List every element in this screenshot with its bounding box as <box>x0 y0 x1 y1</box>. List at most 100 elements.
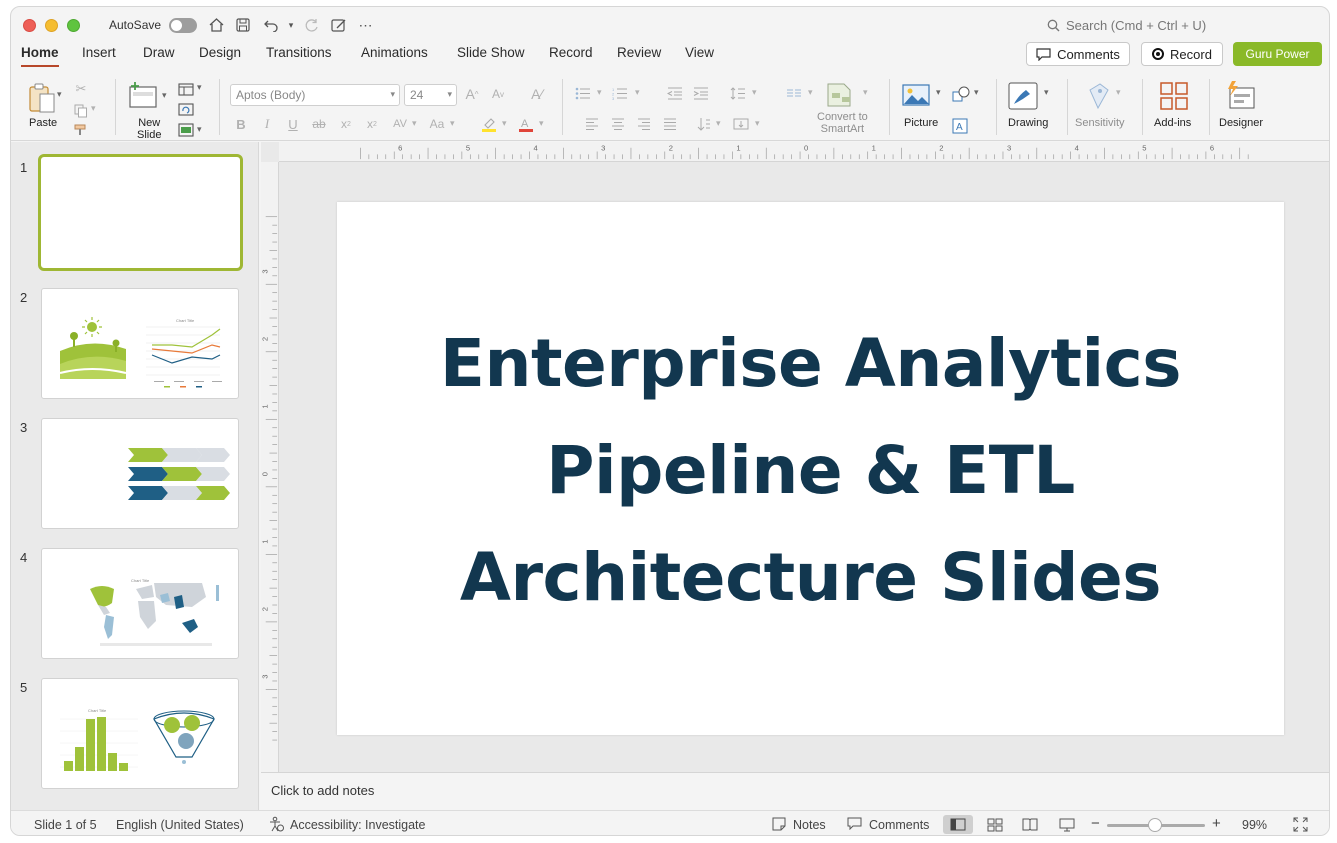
cut-icon[interactable]: ✂ <box>73 81 89 97</box>
text-box-icon[interactable]: A <box>951 117 969 135</box>
tab-home[interactable]: Home <box>21 45 59 67</box>
slide-thumbnail-3[interactable] <box>41 418 239 529</box>
increase-indent-icon[interactable] <box>692 85 710 101</box>
tab-animations[interactable]: Animations <box>361 45 428 60</box>
slide-show-view-button[interactable] <box>1052 815 1082 834</box>
font-size-dropdown[interactable]: 24 ▾ <box>404 84 457 106</box>
change-case-chevron-icon[interactable]: ▾ <box>450 118 455 129</box>
more-options-icon[interactable]: ⋯ <box>357 16 375 34</box>
reading-view-button[interactable] <box>1015 815 1045 834</box>
zoom-in-icon[interactable]: + <box>1212 815 1221 832</box>
minimize-window-button[interactable] <box>45 19 58 32</box>
underline-icon[interactable]: U <box>285 116 301 132</box>
tab-review[interactable]: Review <box>617 45 661 60</box>
home-icon[interactable] <box>207 16 225 34</box>
new-slide-icon[interactable] <box>127 79 159 111</box>
text-direction-chevron-icon[interactable]: ▾ <box>716 118 721 129</box>
notes-toggle[interactable]: Notes <box>793 818 826 832</box>
increase-font-size-icon[interactable]: A ^ <box>463 85 481 103</box>
zoom-slider-handle[interactable] <box>1148 818 1162 832</box>
bullets-icon[interactable] <box>574 85 592 101</box>
copy-dropdown-chevron-icon[interactable]: ▾ <box>91 103 96 114</box>
tab-insert[interactable]: Insert <box>82 45 116 60</box>
record-button[interactable]: Record <box>1141 42 1223 66</box>
format-painter-icon[interactable] <box>73 123 89 137</box>
normal-view-button[interactable] <box>943 815 973 834</box>
picture-icon[interactable] <box>901 81 931 109</box>
layout-icon[interactable] <box>177 81 195 97</box>
bold-icon[interactable]: B <box>233 116 249 132</box>
section-dropdown-chevron-icon[interactable]: ▾ <box>197 124 202 135</box>
character-spacing-icon[interactable]: AV <box>389 116 411 132</box>
change-case-icon[interactable]: Aa <box>427 116 447 132</box>
sensitivity-icon[interactable] <box>1085 81 1111 111</box>
align-text-chevron-icon[interactable]: ▾ <box>755 118 760 129</box>
highlight-icon[interactable] <box>480 115 498 133</box>
picture-chevron-icon[interactable]: ▾ <box>936 87 941 98</box>
present-icon[interactable] <box>330 16 348 34</box>
font-color-chevron-icon[interactable]: ▾ <box>539 118 544 129</box>
justify-icon[interactable] <box>661 116 679 132</box>
notes-pane[interactable]: Click to add notes <box>261 772 1329 810</box>
numbering-icon[interactable]: 123 <box>611 85 629 101</box>
tab-transitions[interactable]: Transitions <box>266 45 332 60</box>
layout-dropdown-chevron-icon[interactable]: ▾ <box>197 82 202 93</box>
zoom-out-icon[interactable]: − <box>1091 815 1100 832</box>
slide-thumbnail-5[interactable]: Chart Title <box>41 678 239 789</box>
new-slide-dropdown-chevron-icon[interactable]: ▾ <box>162 90 167 101</box>
line-spacing-icon[interactable] <box>729 85 747 101</box>
slide-sorter-view-button[interactable] <box>980 815 1010 834</box>
strikethrough-icon[interactable]: ab <box>310 116 328 132</box>
close-window-button[interactable] <box>23 19 36 32</box>
comments-toggle[interactable]: Comments <box>869 818 929 832</box>
smartart-chevron-icon[interactable]: ▾ <box>863 87 868 98</box>
zoom-window-button[interactable] <box>67 19 80 32</box>
align-text-icon[interactable] <box>732 116 750 132</box>
zoom-level[interactable]: 99% <box>1242 818 1267 832</box>
numbering-chevron-icon[interactable]: ▾ <box>635 87 640 98</box>
shapes-chevron-icon[interactable]: ▾ <box>974 87 979 98</box>
line-spacing-chevron-icon[interactable]: ▾ <box>752 87 757 98</box>
columns-icon[interactable] <box>785 85 803 101</box>
reset-slide-icon[interactable] <box>177 101 195 117</box>
drawing-icon[interactable] <box>1007 81 1039 111</box>
save-icon[interactable] <box>234 16 252 34</box>
slide-thumbnail-2[interactable]: Chart Title <box>41 288 239 399</box>
fit-to-window-icon[interactable] <box>1293 817 1308 835</box>
section-icon[interactable] <box>177 122 195 138</box>
copy-icon[interactable] <box>73 103 89 119</box>
tab-design[interactable]: Design <box>199 45 241 60</box>
paste-dropdown-chevron-icon[interactable]: ▾ <box>57 89 62 100</box>
columns-chevron-icon[interactable]: ▾ <box>808 87 813 98</box>
font-color-icon[interactable]: A <box>517 115 535 133</box>
undo-dropdown-chevron-icon[interactable]: ▾ <box>282 16 300 34</box>
tab-slide-show[interactable]: Slide Show <box>457 45 525 60</box>
tab-draw[interactable]: Draw <box>143 45 175 60</box>
slide-thumbnail-1[interactable] <box>38 154 243 271</box>
search-box[interactable]: Search (Cmd + Ctrl + U) <box>1047 18 1206 33</box>
current-slide[interactable]: Enterprise Analytics Pipeline & ETL Arch… <box>337 202 1284 735</box>
slide-title-textbox[interactable]: Enterprise Analytics Pipeline & ETL Arch… <box>337 310 1284 631</box>
text-direction-icon[interactable] <box>695 116 713 132</box>
add-ins-icon[interactable] <box>1159 81 1189 111</box>
tab-view[interactable]: View <box>685 45 714 60</box>
slide-thumbnail-4[interactable]: Chart Title <box>41 548 239 659</box>
align-right-icon[interactable] <box>635 116 653 132</box>
highlight-chevron-icon[interactable]: ▾ <box>502 118 507 129</box>
sensitivity-chevron-icon[interactable]: ▾ <box>1116 87 1121 98</box>
language-indicator[interactable]: English (United States) <box>116 818 244 832</box>
italic-icon[interactable]: I <box>259 116 275 132</box>
smartart-icon[interactable] <box>826 81 856 109</box>
drawing-chevron-icon[interactable]: ▾ <box>1044 87 1049 98</box>
subscript-icon[interactable]: x2 <box>364 116 380 132</box>
undo-icon[interactable] <box>262 16 280 34</box>
horizontal-ruler[interactable]: 6 5 4 3 2 1 0 1 2 3 4 5 6 <box>279 142 1330 162</box>
decrease-indent-icon[interactable] <box>666 85 684 101</box>
guru-power-button[interactable]: Guru Power <box>1233 42 1322 66</box>
paste-icon[interactable] <box>25 81 59 115</box>
autosave-toggle[interactable] <box>169 18 197 33</box>
comments-button[interactable]: Comments <box>1026 42 1130 66</box>
tab-record[interactable]: Record <box>549 45 593 60</box>
designer-icon[interactable] <box>1225 79 1257 111</box>
align-center-icon[interactable] <box>609 116 627 132</box>
